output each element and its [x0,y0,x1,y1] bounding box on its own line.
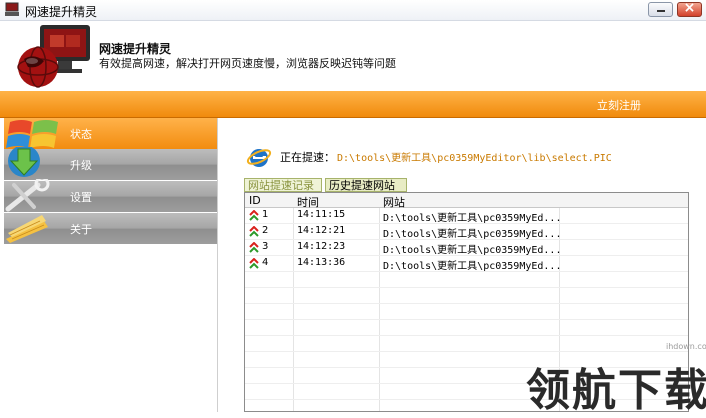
row-site: D:\tools\更新工具\pc0359MyEd... [383,213,562,224]
top-action-bar: 立刻注册 [0,91,706,118]
sidebar-item-upgrade[interactable]: 升级 [4,147,217,180]
speeding-target-path: D:\tools\更新工具\pc0359MyEditor\lib\select.… [337,153,612,164]
table-row[interactable]: 3 14:12:23 D:\tools\更新工具\pc0359MyEd... [245,240,688,256]
app-icon [5,2,19,16]
register-now-link[interactable]: 立刻注册 [597,97,641,113]
computer-globe-logo-icon [17,25,90,88]
app-description: 有效提高网速，解决打开网页速度慢，浏览器反映迟钝等问题 [99,57,396,70]
row-id: 1 [262,209,269,220]
sidebar-item-settings[interactable]: 设置 [4,179,217,212]
table-row-empty [245,272,688,288]
row-time: 14:13:36 [297,257,346,268]
sidebar-item-label: 关于 [70,223,92,236]
download-arrow-icon [8,147,40,177]
watermark-domain: ihdown.com [666,342,706,351]
sidebar-item-about[interactable]: 关于 [4,213,217,244]
table-row-empty [245,304,688,320]
sidebar-item-label: 设置 [70,191,92,204]
watermark-text: 领航下载 [526,365,706,416]
watermark: ihdown.com 领航下载 [526,342,706,416]
table-row[interactable]: 1 14:11:15 D:\tools\更新工具\pc0359MyEd... [245,208,688,224]
table-row-empty [245,288,688,304]
row-time: 14:11:15 [297,209,346,220]
table-row[interactable]: 4 14:13:36 D:\tools\更新工具\pc0359MyEd... [245,256,688,272]
row-time: 14:12:23 [297,241,346,252]
speed-up-arrows-icon [249,210,259,221]
title-bar: 网速提升精灵 [0,0,706,21]
window-title: 网速提升精灵 [25,5,98,19]
row-site: D:\tools\更新工具\pc0359MyEd... [383,229,562,240]
column-header-id[interactable]: ID [249,194,261,207]
table-row[interactable]: 2 14:12:21 D:\tools\更新工具\pc0359MyEd... [245,224,688,240]
sidebar-item-status[interactable]: 状态 [4,118,217,149]
app-header: 网速提升精灵 有效提高网速，解决打开网页速度慢，浏览器反映迟钝等问题 [0,21,706,91]
speeding-label: 正在提速： [280,151,335,164]
windows-logo-icon [6,120,58,148]
tab-site-speed-records[interactable]: 网站提速记录 [244,178,322,192]
sidebar-item-label: 升级 [70,159,92,172]
speed-up-arrows-icon [249,258,259,269]
row-time: 14:12:21 [297,225,346,236]
row-site: D:\tools\更新工具\pc0359MyEd... [383,261,562,272]
internet-explorer-icon [246,149,272,167]
row-id: 3 [262,241,269,252]
tab-history-sites[interactable]: 历史提速网站 [325,178,407,192]
wrench-icon [5,179,50,212]
sidebar-item-label: 状态 [70,128,92,141]
speed-up-arrows-icon [249,242,259,253]
minimize-button[interactable] [648,2,673,17]
table-header: ID 时间 网站 [245,193,688,209]
info-book-icon [6,215,48,243]
speed-up-arrows-icon [249,226,259,237]
table-row-empty [245,320,688,336]
close-button[interactable] [677,0,702,17]
row-site: D:\tools\更新工具\pc0359MyEd... [383,245,562,256]
row-id: 4 [262,257,269,268]
sidebar: 状态 升级 设置 关于 [4,118,218,412]
row-id: 2 [262,225,269,236]
